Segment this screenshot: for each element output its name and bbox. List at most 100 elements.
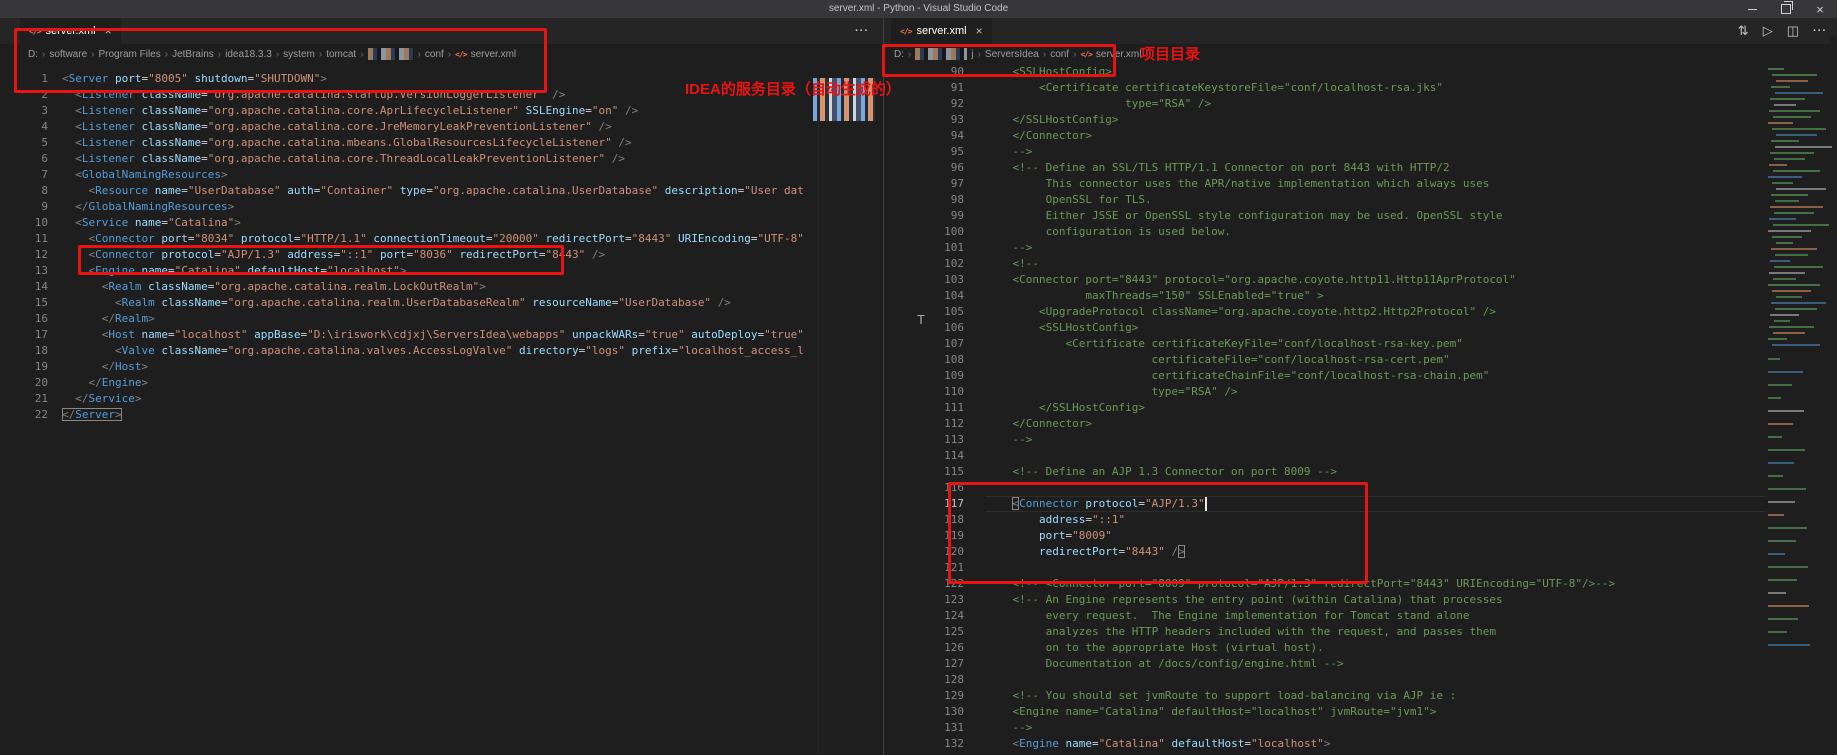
line-number: 118 bbox=[884, 512, 964, 528]
breadcrumb-item[interactable]: Program Files bbox=[98, 49, 160, 60]
code-line: <Connector port="8034" protocol="HTTP/1.… bbox=[62, 231, 818, 247]
line-number: 93 bbox=[884, 112, 964, 128]
line-number: 97 bbox=[884, 176, 964, 192]
tab-server-xml-right[interactable]: </> server.xml × bbox=[891, 18, 992, 44]
chevron-right-icon: › bbox=[1043, 49, 1046, 60]
chevron-right-icon: › bbox=[319, 49, 322, 60]
code-line bbox=[986, 672, 1765, 688]
line-number: 12 bbox=[0, 247, 48, 263]
editor-group-divider[interactable] bbox=[883, 18, 884, 755]
line-number: 111 bbox=[884, 400, 964, 416]
line-number: 92 bbox=[884, 96, 964, 112]
line-number: 95 bbox=[884, 144, 964, 160]
line-number: 6 bbox=[0, 151, 48, 167]
line-number: 7 bbox=[0, 167, 48, 183]
close-window-button[interactable]: × bbox=[1803, 0, 1837, 18]
title-bar: server.xml - Python - Visual Studio Code… bbox=[0, 0, 1837, 18]
code-line bbox=[986, 480, 1765, 496]
editor-right[interactable]: 9091929394959697989910010110210310410510… bbox=[884, 64, 1837, 755]
more-actions-icon[interactable]: ··· bbox=[855, 18, 869, 44]
code-line: --> bbox=[986, 720, 1765, 736]
breadcrumb-item[interactable]: tomcat bbox=[326, 49, 356, 60]
minimize-window-button[interactable] bbox=[1735, 0, 1769, 18]
line-number: 103 bbox=[884, 272, 964, 288]
editor-left[interactable]: 12345678910111213141516171819202122 <Ser… bbox=[0, 64, 883, 755]
open-changes-icon[interactable]: ⇅ bbox=[1738, 18, 1749, 44]
code-line: <UpgradeProtocol className="org.apache.c… bbox=[986, 304, 1765, 320]
run-icon[interactable]: ▷ bbox=[1763, 18, 1773, 44]
code-line: --> bbox=[986, 432, 1765, 448]
chevron-right-icon: › bbox=[218, 49, 221, 60]
split-editor-icon[interactable]: ◫ bbox=[1787, 18, 1799, 44]
breadcrumb-item[interactable]: D: bbox=[28, 49, 38, 60]
breadcrumb-item[interactable]: conf bbox=[425, 49, 444, 60]
chevron-right-icon: › bbox=[1073, 49, 1076, 60]
overview-ruler[interactable] bbox=[1830, 36, 1837, 755]
code-line: <Connector protocol="AJP/1.3" bbox=[986, 496, 1765, 512]
xml-file-icon: </> bbox=[1080, 50, 1091, 59]
breadcrumb-item[interactable]: idea18.3.3 bbox=[225, 49, 272, 60]
code-line: <Certificate certificateKeyFile="conf/lo… bbox=[986, 336, 1765, 352]
code-line: maxThreads="150" SSLEnabled="true" > bbox=[986, 288, 1765, 304]
code-line: <SSLHostConfig> bbox=[986, 320, 1765, 336]
line-number: 91 bbox=[884, 80, 964, 96]
line-number: 18 bbox=[0, 343, 48, 359]
line-number: 100 bbox=[884, 224, 964, 240]
code-line: <Engine name="Catalina" defaultHost="loc… bbox=[986, 736, 1765, 752]
editor-group-left: </> server.xml × ··· D: › software › Program… bbox=[0, 18, 883, 755]
redacted-path-segment bbox=[368, 48, 414, 60]
code-line: </GlobalNamingResources> bbox=[62, 199, 818, 215]
line-number: 107 bbox=[884, 336, 964, 352]
chevron-right-icon: › bbox=[276, 49, 279, 60]
code-line: on to the appropriate Host (virtual host… bbox=[986, 640, 1765, 656]
code-line: OpenSSL for TLS. bbox=[986, 192, 1765, 208]
breadcrumb-item[interactable]: conf bbox=[1050, 49, 1069, 60]
close-tab-icon[interactable]: × bbox=[976, 24, 983, 38]
line-number: 15 bbox=[0, 295, 48, 311]
bracket-match-box bbox=[62, 408, 122, 421]
code-line: certificateChainFile="conf/localhost-rsa… bbox=[986, 368, 1765, 384]
code-line: <Engine name="Catalina" defaultHost="loc… bbox=[986, 704, 1765, 720]
close-icon: × bbox=[1816, 3, 1824, 16]
code-line: --> bbox=[986, 240, 1765, 256]
breadcrumb-item[interactable]: server.xml bbox=[471, 49, 517, 60]
breadcrumb-item[interactable]: server.xml bbox=[1096, 49, 1142, 60]
xml-file-icon: </> bbox=[900, 27, 911, 36]
restore-window-button[interactable] bbox=[1769, 0, 1803, 18]
minimap[interactable] bbox=[1765, 48, 1830, 755]
text-cursor bbox=[1205, 497, 1207, 511]
chevron-right-icon: › bbox=[91, 49, 94, 60]
breadcrumb-item[interactable]: j bbox=[971, 49, 973, 60]
code-area[interactable]: <SSLHostConfig> <Certificate certificate… bbox=[986, 64, 1765, 755]
line-number: 2 bbox=[0, 87, 48, 103]
more-actions-icon[interactable]: ··· bbox=[1813, 18, 1827, 44]
close-tab-icon[interactable]: × bbox=[105, 24, 112, 38]
line-number: 108 bbox=[884, 352, 964, 368]
code-line: --> bbox=[986, 144, 1765, 160]
line-number: 3 bbox=[0, 103, 48, 119]
code-line: <Certificate certificateKeystoreFile="co… bbox=[986, 80, 1765, 96]
line-number: 121 bbox=[884, 560, 964, 576]
line-number-gutter: 9091929394959697989910010110210310410510… bbox=[884, 64, 964, 755]
line-number: 112 bbox=[884, 416, 964, 432]
code-line bbox=[986, 560, 1765, 576]
breadcrumb-item[interactable]: system bbox=[283, 49, 315, 60]
breadcrumb-item[interactable]: software bbox=[49, 49, 87, 60]
line-number: 114 bbox=[884, 448, 964, 464]
line-number-gutter: 12345678910111213141516171819202122 bbox=[0, 64, 48, 755]
breadcrumb: D: › software › Program Files › JetBrains › idea… bbox=[0, 44, 883, 64]
breadcrumb-item[interactable]: D: bbox=[894, 49, 904, 60]
line-number: 22 bbox=[0, 407, 48, 423]
code-line: </Service> bbox=[62, 391, 818, 407]
bracket-match-box bbox=[1178, 545, 1185, 558]
line-number: 5 bbox=[0, 135, 48, 151]
line-number: 122 bbox=[884, 576, 964, 592]
line-number: 104 bbox=[884, 288, 964, 304]
code-line: <Realm className="org.apache.catalina.re… bbox=[62, 295, 818, 311]
tab-server-xml-left[interactable]: </> server.xml × bbox=[20, 18, 121, 44]
code-area[interactable]: <Server port="8005" shutdown="SHUTDOWN">… bbox=[62, 64, 818, 755]
line-number: 123 bbox=[884, 592, 964, 608]
minimap-boundary bbox=[818, 110, 819, 755]
breadcrumb-item[interactable]: JetBrains bbox=[172, 49, 214, 60]
breadcrumb-item[interactable]: ServersIdea bbox=[985, 49, 1039, 60]
